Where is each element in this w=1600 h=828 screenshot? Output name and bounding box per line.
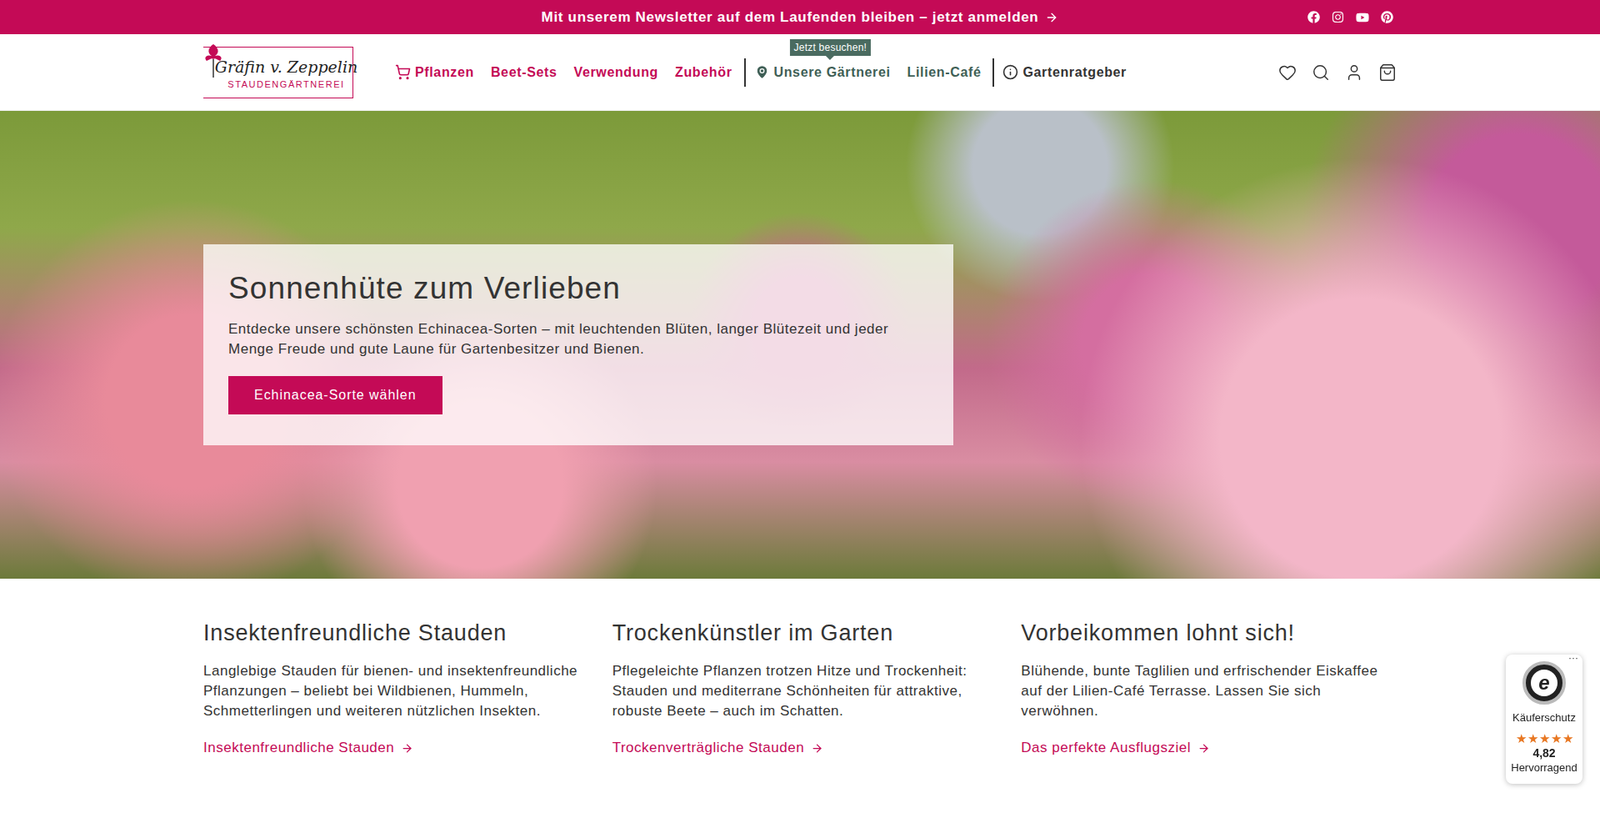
rating-stars: ★★★★★ — [1515, 731, 1574, 745]
hero-title: Sonnenhüte zum Verlieben — [228, 270, 621, 306]
map-pin-icon — [754, 64, 770, 80]
header-icons — [1278, 63, 1397, 82]
trust-label: Käuferschutz — [1512, 710, 1576, 724]
account-button[interactable] — [1345, 63, 1364, 82]
search-icon — [1311, 63, 1330, 82]
cart-button[interactable] — [1378, 63, 1397, 82]
feature-title: Trockenkünstler im Garten — [612, 620, 989, 646]
star-icon: ★ — [1515, 731, 1527, 745]
star-icon: ★ — [1527, 731, 1539, 745]
newsletter-link[interactable]: Mit unserem Newsletter auf dem Laufenden… — [541, 9, 1060, 26]
header: Gräfin v. ZeppelinSTAUDENGÄRTNEREIPflanz… — [0, 34, 1600, 111]
search-button[interactable] — [1311, 63, 1330, 82]
info-icon — [1002, 64, 1019, 80]
feature-link[interactable]: Das perfekte Ausflugsziel — [1020, 739, 1397, 756]
feature-text: Langlebige Stauden für bienen- und insek… — [203, 660, 580, 721]
hero-text: Entdecke unsere schönsten Echinacea-Sort… — [228, 319, 929, 360]
features: Insektenfreundliche Stauden Langlebige St… — [203, 578, 1397, 756]
star-icon: ★ — [1562, 731, 1574, 745]
logo[interactable]: Gräfin v. ZeppelinSTAUDENGÄRTNEREI — [203, 46, 354, 99]
nav-item[interactable]: Beet-Sets — [490, 65, 558, 80]
nav-item[interactable]: Pflanzen — [395, 64, 475, 80]
arrow-right-icon — [810, 741, 824, 755]
feature-link[interactable]: Insektenfreundliche Stauden — [203, 739, 580, 756]
bag-icon — [1378, 63, 1397, 82]
youtube-icon[interactable] — [1355, 10, 1370, 25]
feature-title: Insektenfreundliche Stauden — [203, 620, 580, 646]
facebook-icon[interactable] — [1307, 10, 1320, 24]
tooltip: Jetzt besuchen! — [789, 39, 871, 56]
trust-rating: Hervorragend — [1510, 760, 1578, 774]
social-links — [1307, 0, 1394, 35]
feature-text: Blühende, bunte Taglilien und erfrischen… — [1020, 660, 1397, 721]
hero-button[interactable]: Echinacea-Sorte wählen — [228, 375, 443, 415]
nav-item[interactable]: Zubehör — [675, 65, 732, 80]
arrow-right-icon — [1197, 741, 1210, 755]
nav-item[interactable]: Jetzt besuchen!Unsere Gärtnerei — [754, 64, 891, 80]
wishlist-button[interactable] — [1278, 63, 1297, 82]
trust-badge[interactable]: ···eKäuferschutz★★★★★4,82Hervorragend — [1505, 654, 1583, 784]
nav-item[interactable]: Gartenratgeber — [1002, 64, 1127, 80]
more-button[interactable]: ··· — [1568, 651, 1579, 664]
feature-card: Trockenkünstler im Garten Pflegeleichte P… — [612, 620, 989, 756]
announcement-bar: Mit unserem Newsletter auf dem Laufenden… — [0, 0, 1600, 35]
star-icon: ★ — [1539, 731, 1550, 745]
nav-divider — [744, 58, 746, 87]
hero-image: Sonnenhüte zum Verlieben Entdecke unsere … — [0, 110, 1600, 579]
feature-card: Insektenfreundliche Stauden Langlebige St… — [203, 620, 580, 756]
page: Mit unserem Newsletter auf dem Laufenden… — [0, 0, 1600, 828]
instagram-icon[interactable] — [1331, 10, 1345, 24]
user-icon — [1345, 63, 1364, 82]
main-nav: Pflanzen Beet-Sets Verwendung Zubehör Jetzt … — [395, 58, 1127, 87]
logo-script: Gräfin v. Zeppelin — [215, 57, 359, 76]
nav-item[interactable]: Verwendung — [574, 65, 660, 80]
cart-icon — [395, 64, 411, 80]
feature-title: Vorbeikommen lohnt sich! — [1020, 620, 1397, 646]
arrow-right-icon — [400, 741, 414, 755]
feature-text: Pflegeleichte Pflanzen trotzen Hitze und… — [612, 660, 989, 721]
hero-box: Sonnenhüte zum Verlieben Entdecke unsere … — [203, 244, 954, 445]
trust-score: 4,82 — [1532, 745, 1555, 760]
nav-divider — [992, 58, 995, 87]
feature-card: Vorbeikommen lohnt sich! Blühende, bunte … — [1020, 620, 1397, 756]
heart-icon — [1278, 63, 1297, 82]
arrow-right-icon — [1045, 10, 1059, 25]
trust-seal-icon: e — [1522, 660, 1566, 705]
star-icon: ★ — [1550, 731, 1562, 745]
nav-item[interactable]: Lilien-Café — [907, 65, 982, 80]
feature-link[interactable]: Trockenverträgliche Stauden — [612, 739, 989, 756]
logo-subtitle: STAUDENGÄRTNEREI — [227, 79, 345, 90]
pinterest-icon[interactable] — [1380, 10, 1394, 24]
iris-icon — [201, 40, 225, 78]
